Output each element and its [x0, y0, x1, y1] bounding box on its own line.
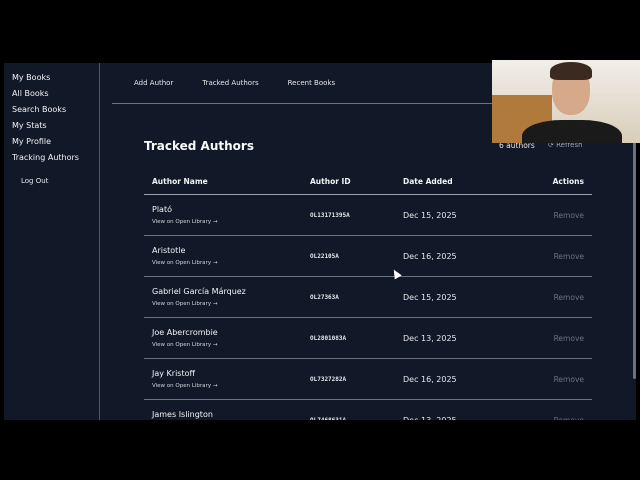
sidebar-item-tracking-authors[interactable]: Tracking Authors [4, 150, 99, 166]
sidebar-item-my-stats[interactable]: My Stats [4, 118, 99, 134]
date-added: Dec 16, 2025 [403, 252, 457, 261]
date-added: Dec 13, 2025 [403, 334, 457, 343]
header-author-id: Author ID [310, 177, 351, 186]
table-row: Plató View on Open Library → OL13171395A… [144, 195, 592, 236]
page-title: Tracked Authors [144, 139, 254, 153]
date-added: Dec 15, 2025 [403, 293, 457, 302]
table-row: Jay Kristoff View on Open Library → OL73… [144, 359, 592, 400]
header-actions: Actions [552, 177, 584, 186]
tab-add-author[interactable]: Add Author [134, 79, 173, 87]
author-id: OL13171395A [310, 212, 350, 219]
table-row: Gabriel García Márquez View on Open Libr… [144, 277, 592, 318]
logout-button[interactable]: Log Out [21, 177, 99, 185]
author-id: OL27363A [310, 294, 339, 301]
header-date-added: Date Added [403, 177, 453, 186]
remove-button[interactable]: Remove [554, 211, 584, 220]
author-name: Gabriel García Márquez [152, 287, 246, 296]
table-row: James Islington View on Open Library → O… [144, 400, 592, 420]
open-library-link[interactable]: View on Open Library → [152, 301, 217, 307]
author-name: James Islington [152, 410, 213, 419]
webcam-person-body [522, 120, 622, 143]
open-library-link[interactable]: View on Open Library → [152, 260, 217, 266]
date-added: Dec 13, 2025 [403, 416, 457, 420]
remove-button[interactable]: Remove [554, 293, 584, 302]
webcam-overlay [492, 60, 640, 143]
author-name: Plató [152, 205, 172, 214]
open-library-link[interactable]: View on Open Library → [152, 342, 217, 348]
sidebar-item-all-books[interactable]: All Books [4, 86, 99, 102]
open-library-link[interactable]: View on Open Library → [152, 383, 217, 389]
date-added: Dec 15, 2025 [403, 211, 457, 220]
table-header: Author Name Author ID Date Added Actions [144, 168, 592, 195]
sidebar-item-my-profile[interactable]: My Profile [4, 134, 99, 150]
webcam-person-hair [550, 62, 592, 80]
author-id: OL2801083A [310, 335, 347, 342]
author-name: Aristotle [152, 246, 186, 255]
open-library-link[interactable]: View on Open Library → [152, 219, 217, 225]
sidebar-item-my-books[interactable]: My Books [4, 70, 99, 86]
header-author-name: Author Name [152, 177, 208, 186]
sidebar-item-search-books[interactable]: Search Books [4, 102, 99, 118]
tab-tracked-authors[interactable]: Tracked Authors [202, 79, 258, 87]
author-name: Joe Abercrombie [152, 328, 218, 337]
author-id: OL7327282A [310, 376, 347, 383]
remove-button[interactable]: Remove [554, 252, 584, 261]
table-row: Joe Abercrombie View on Open Library → O… [144, 318, 592, 359]
remove-button[interactable]: Remove [554, 334, 584, 343]
table-row: Aristotle View on Open Library → OL22105… [144, 236, 592, 277]
sidebar: My Books All Books Search Books My Stats… [4, 63, 100, 420]
tab-recent-books[interactable]: Recent Books [288, 79, 336, 87]
author-id: OL7468631A [310, 417, 346, 420]
author-name: Jay Kristoff [152, 369, 196, 378]
remove-button[interactable]: Remove [554, 375, 584, 384]
authors-table: Author Name Author ID Date Added Actions… [144, 168, 592, 420]
author-id: OL22105A [310, 253, 339, 260]
date-added: Dec 16, 2025 [403, 375, 457, 384]
remove-button[interactable]: Remove [554, 416, 584, 420]
